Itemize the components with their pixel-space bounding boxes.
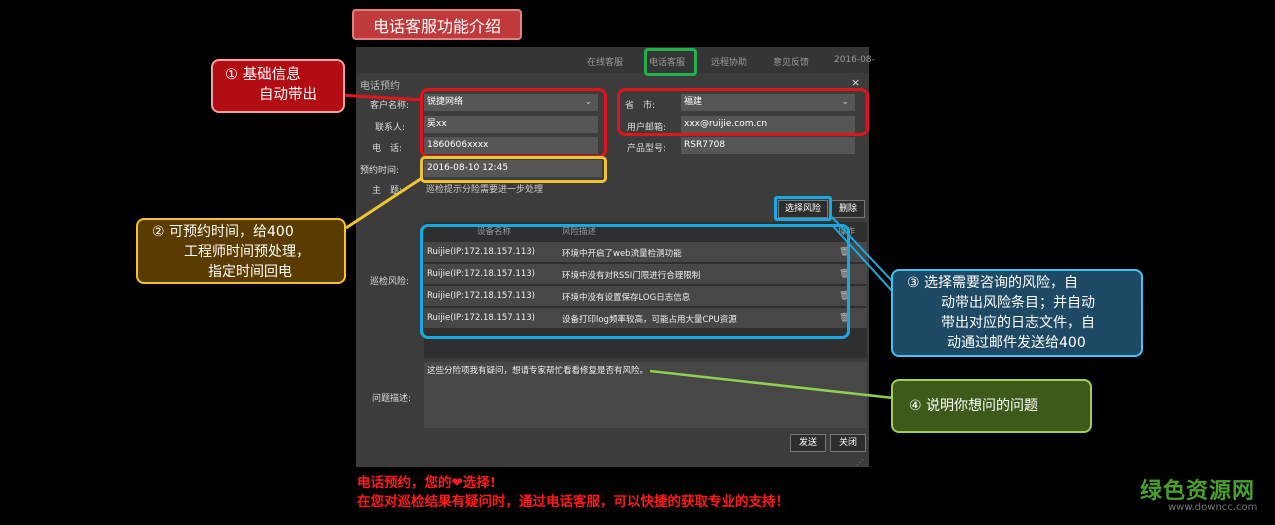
callout-3-line-2: 动带出风险条目；并自动: [941, 295, 1095, 311]
callout-1-line-2: 自动带出: [259, 87, 317, 103]
callout-3-line-1: ③ 选择需要咨询的风险，自: [907, 275, 1079, 291]
callout-2-line-3: 指定时间回电: [208, 264, 292, 280]
callout-3-line-4: 动通过邮件发送给400: [947, 335, 1086, 351]
connector-blue-2: [831, 224, 894, 293]
callout-appointment: ② 可预约时间，给400 工程师时间预处理， 指定时间回电: [136, 218, 346, 284]
callout-2-line-1: ② 可预约时间，给400: [152, 224, 294, 240]
connector-red: [339, 93, 423, 102]
callout-basic-info: ① 基础信息 自动带出: [211, 59, 345, 113]
callout-4-text: ④ 说明你想问的问题: [909, 398, 1039, 414]
callout-1-line-1: ① 基础信息: [225, 67, 301, 83]
footer-line-1: 电话预约，您的❤选择!: [357, 475, 496, 491]
connector-blue-1: [829, 214, 894, 283]
callout-3-line-3: 带出对应的日志文件，自: [941, 315, 1095, 331]
watermark-logo-text: 绿色资源网: [1140, 479, 1256, 504]
callout-2-line-2: 工程师时间预处理，: [184, 244, 310, 260]
footer-line-2: 在您对巡检结果有疑问时，通过电话客服，可以快捷的获取专业的支持！: [357, 494, 789, 510]
connector-green: [649, 369, 894, 400]
callout-question: ④ 说明你想问的问题: [891, 379, 1092, 433]
watermark-url: www.downcc.com: [1168, 502, 1258, 513]
callout-risk: ③ 选择需要咨询的风险，自 动带出风险条目；并自动 带出对应的日志文件，自 动通…: [891, 269, 1143, 357]
connector-yellow: [345, 176, 423, 230]
